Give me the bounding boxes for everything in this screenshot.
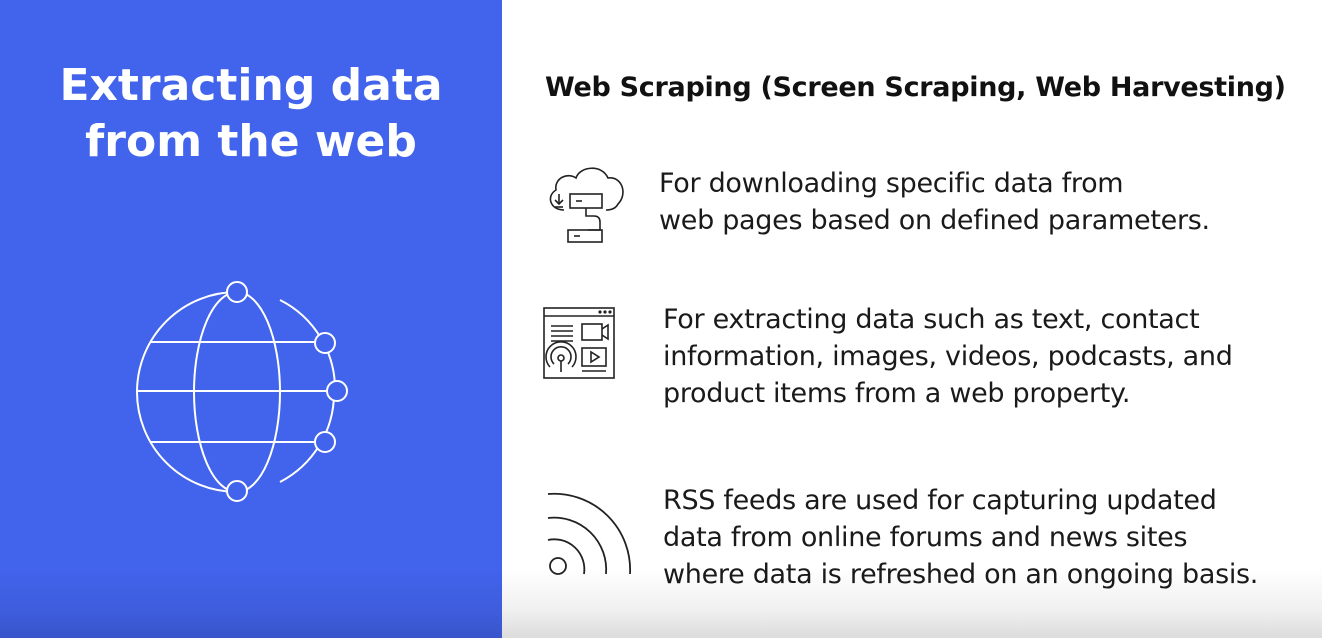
- item-1-line-1: For downloading specific data from: [659, 168, 1124, 199]
- item-1-text: For downloading specific data from web p…: [659, 165, 1210, 239]
- item-2-line-2: information, images, videos, podcasts, a…: [663, 341, 1233, 372]
- item-3-line-2: data from online forums and news sites: [663, 522, 1188, 553]
- item-3-line-1: RSS feeds are used for capturing updated: [663, 485, 1217, 516]
- left-panel: Extracting data from the web: [0, 0, 502, 638]
- item-3-line-3: where data is refreshed on an ongoing ba…: [663, 559, 1259, 590]
- item-1-line-2: web pages based on defined parameters.: [659, 205, 1210, 236]
- title-line-2: from the web: [85, 116, 417, 167]
- right-panel: Web Scraping (Screen Scraping, Web Harve…: [502, 0, 1322, 638]
- cloud-download-icon: [549, 167, 624, 243]
- item-2-line-3: product items from a web property.: [663, 378, 1131, 409]
- globe-network-icon: [136, 281, 348, 502]
- item-2-text: For extracting data such as text, contac…: [663, 301, 1233, 412]
- title-line-1: Extracting data: [59, 60, 443, 111]
- slide-title: Extracting data from the web: [0, 58, 502, 170]
- item-2-line-1: For extracting data such as text, contac…: [663, 304, 1200, 335]
- web-content-icon: [543, 307, 615, 379]
- rss-feed-icon: [547, 492, 631, 575]
- item-3-text: RSS feeds are used for capturing updated…: [663, 482, 1258, 593]
- section-heading: Web Scraping (Screen Scraping, Web Harve…: [545, 72, 1286, 103]
